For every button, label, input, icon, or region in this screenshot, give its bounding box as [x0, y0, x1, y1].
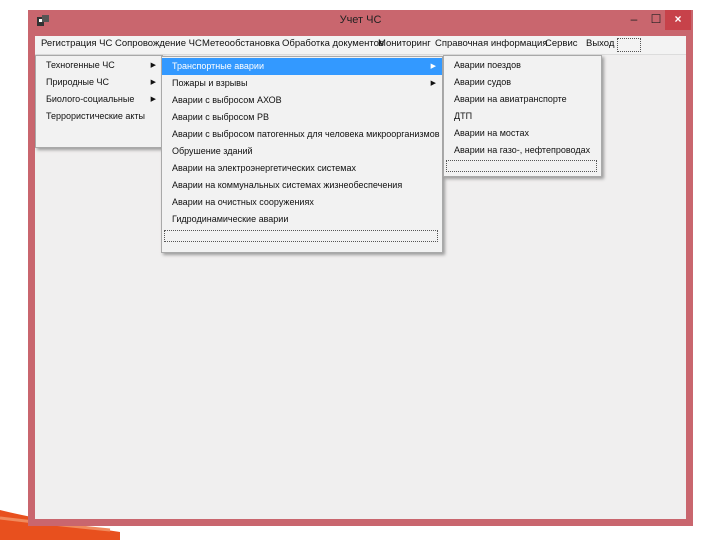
menu-item-label: Аварии на коммунальных системах жизнеобе…	[172, 180, 403, 190]
menu-tracking[interactable]: Сопровождение ЧС	[115, 38, 202, 49]
submenu-arrow-icon: ▶	[430, 63, 436, 70]
menu-item-building-collapse[interactable]: Обрушение зданий	[162, 143, 442, 160]
submenu-arrow-icon: ▶	[430, 80, 436, 87]
menu-item-utility-systems[interactable]: Аварии на коммунальных системах жизнеобе…	[162, 177, 442, 194]
menu-item-label: Гидродинамические аварии	[172, 214, 289, 224]
submenu-arrow-icon: ▶	[150, 96, 156, 103]
menu-item-road-accidents[interactable]: ДТП	[444, 108, 601, 125]
menu-item-label: Террористические акты	[46, 111, 145, 121]
menu-item-label: Природные ЧС	[46, 77, 110, 87]
menu-item-label: Пожары и взрывы	[172, 78, 248, 88]
menu-item-label: Транспортные аварии	[172, 61, 264, 71]
menu-item-fires-explosions[interactable]: Пожары и взрывы ▶	[162, 75, 442, 92]
technogenic-submenu: Транспортные аварии ▶ Пожары и взрывы ▶ …	[161, 56, 443, 253]
menu-item-label: Аварии на очистных сооружениях	[172, 197, 314, 207]
minimize-button[interactable]: –	[623, 10, 645, 30]
menu-item-pipeline-accidents[interactable]: Аварии на газо-, нефтепроводах	[444, 142, 601, 159]
menu-item-label: Аварии с выбросом АХОВ	[172, 95, 282, 105]
menu-item-label: Аварии судов	[454, 77, 511, 87]
menu-item-air-accidents[interactable]: Аварии на авиатранспорте	[444, 91, 601, 108]
menu-item-terrorist[interactable]: Террористические акты	[36, 108, 162, 125]
menu-item-technogenic[interactable]: Техногенные ЧС ▶	[36, 57, 162, 74]
menu-item-label: Биолого-социальные	[46, 94, 135, 104]
menu-item-ahov-release[interactable]: Аварии с выбросом АХОВ	[162, 92, 442, 109]
submenu-arrow-icon: ▶	[150, 62, 156, 69]
menu-item-rv-release[interactable]: Аварии с выбросом РВ	[162, 109, 442, 126]
menu-item-train-accidents[interactable]: Аварии поездов	[444, 57, 601, 74]
menu-item-label: Аварии с выбросом патогенных для человек…	[172, 129, 440, 139]
emergency-type-menu: Техногенные ЧС ▶ Природные ЧС ▶ Биолого-…	[35, 55, 163, 148]
menu-item-label: ДТП	[454, 111, 473, 121]
menu-item-ship-accidents[interactable]: Аварии судов	[444, 74, 601, 91]
menu-item-power-systems[interactable]: Аварии на электроэнергетических системах	[162, 160, 442, 177]
title-bar[interactable]: Учет ЧС – ☐ ×	[28, 10, 693, 32]
menu-item-label: Обрушение зданий	[172, 146, 253, 156]
menu-item-label: Аварии на электроэнергетических системах	[172, 163, 356, 173]
menubar-placeholder	[617, 38, 641, 52]
menu-item-bio-social[interactable]: Биолого-социальные ▶	[36, 91, 162, 108]
menu-item-transport-accidents[interactable]: Транспортные аварии ▶	[162, 58, 442, 75]
menu-separator	[446, 160, 597, 172]
menu-item-label: Аварии с выбросом РВ	[172, 112, 269, 122]
menu-service[interactable]: Сервис	[545, 38, 578, 49]
app-window: Учет ЧС – ☐ × Регистрация ЧС Сопровожден…	[28, 10, 693, 526]
window-title: Учет ЧС	[339, 14, 382, 26]
menu-item-label: Аварии на авиатранспорте	[454, 94, 567, 104]
menu-item-label: Техногенные ЧС	[46, 60, 115, 70]
menu-registration[interactable]: Регистрация ЧС	[41, 38, 112, 49]
menu-separator	[164, 230, 438, 242]
menu-item-hydrodynamic[interactable]: Гидродинамические аварии	[162, 211, 442, 228]
transport-accidents-submenu: Аварии поездов Аварии судов Аварии на ав…	[443, 55, 602, 177]
menu-bar: Регистрация ЧС Сопровождение ЧС Метеообс…	[35, 36, 686, 55]
menu-item-label: Аварии на мостах	[454, 128, 529, 138]
menu-documents[interactable]: Обработка документов	[282, 38, 384, 49]
menu-item-pathogen-release[interactable]: Аварии с выбросом патогенных для человек…	[162, 126, 442, 143]
menu-weather[interactable]: Метеообстановка	[202, 38, 280, 49]
menu-monitoring[interactable]: Мониторинг	[378, 38, 431, 49]
submenu-arrow-icon: ▶	[150, 79, 156, 86]
menu-item-bridge-accidents[interactable]: Аварии на мостах	[444, 125, 601, 142]
maximize-button[interactable]: ☐	[645, 10, 667, 30]
menu-reference-info[interactable]: Справочная информация	[435, 38, 548, 49]
menu-exit[interactable]: Выход	[586, 38, 614, 49]
menu-item-label: Аварии на газо-, нефтепроводах	[454, 145, 591, 155]
close-button[interactable]: ×	[665, 10, 691, 30]
menu-item-treatment-facilities[interactable]: Аварии на очистных сооружениях	[162, 194, 442, 211]
menu-item-label: Аварии поездов	[454, 60, 521, 70]
client-area: Регистрация ЧС Сопровождение ЧС Метеообс…	[35, 36, 686, 519]
menu-item-natural[interactable]: Природные ЧС ▶	[36, 74, 162, 91]
